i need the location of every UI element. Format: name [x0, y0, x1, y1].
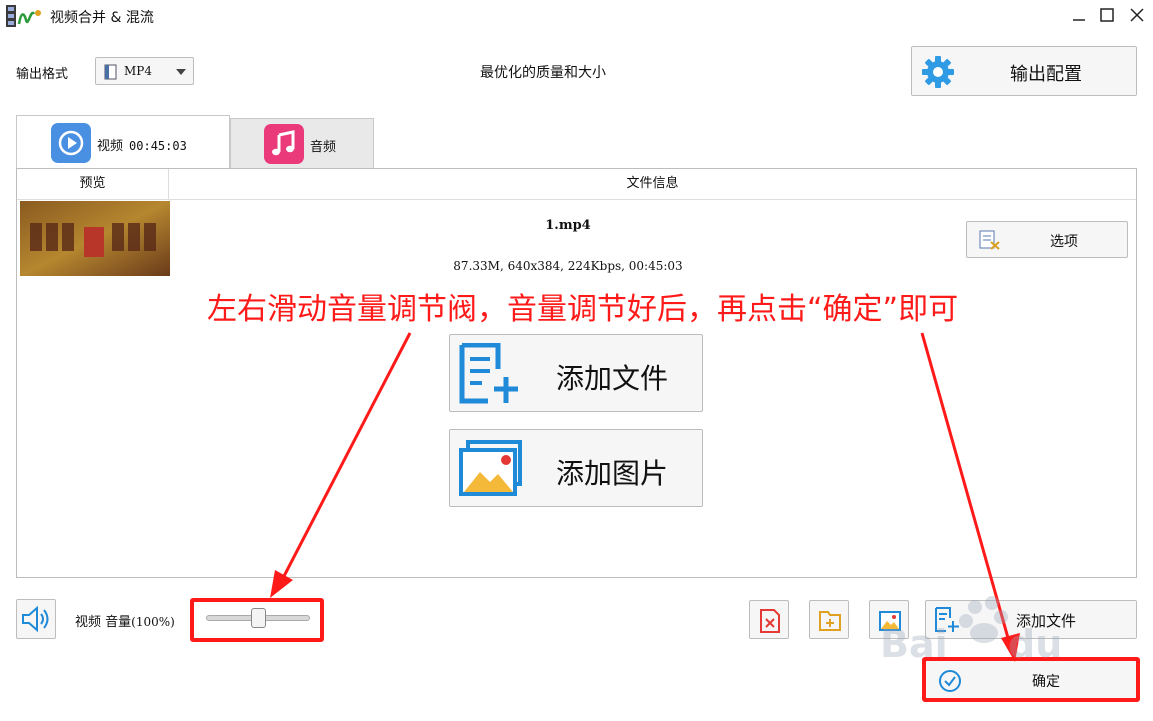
options-button[interactable]: 选项 [966, 221, 1128, 258]
output-config-label: 输出配置 [1010, 64, 1082, 85]
add-file-icon [459, 343, 518, 404]
file-meta: 87.33M, 640x384, 224Kbps, 00:45:03 [453, 259, 683, 273]
app-icon [6, 5, 41, 27]
add-file-label: 添加文件 [556, 362, 669, 395]
tab-audio[interactable]: 音频 [230, 118, 374, 168]
quality-text: 最优化的质量和大小 [480, 65, 606, 81]
chevron-down-icon [176, 69, 186, 75]
volume-percent: (100%) [131, 615, 175, 629]
output-format-select[interactable]: MP4 [95, 57, 194, 85]
output-format-value: MP4 [124, 64, 152, 78]
remove-file-button[interactable] [749, 600, 789, 639]
annotation-text: 左右滑动音量调节阀，音量调节好后，再点击“确定”即可 [207, 292, 959, 327]
add-image-label: 添加图片 [556, 457, 669, 490]
add-image-icon [459, 440, 522, 496]
minimize-icon[interactable] [1068, 4, 1090, 26]
column-header-file-info: 文件信息 [169, 169, 1136, 200]
play-icon [51, 123, 91, 163]
svg-text:Bai: Bai [880, 622, 948, 666]
music-note-icon [264, 124, 304, 164]
window-title: 视频合并 & 混流 [50, 10, 154, 26]
add-file-button[interactable]: 添加文件 [449, 334, 703, 412]
file-icon [104, 64, 117, 80]
output-format-label: 输出格式 [16, 67, 69, 82]
column-header-preview: 预览 [17, 169, 169, 200]
add-image-button[interactable]: 添加图片 [449, 429, 703, 507]
maximize-icon[interactable] [1096, 4, 1118, 26]
options-icon [979, 230, 1000, 250]
gear-icon [922, 56, 954, 88]
add-folder-button[interactable] [809, 600, 849, 639]
volume-label: 视频 音量 [75, 615, 132, 630]
volume-label-group: 视频 音量(100%) [75, 611, 175, 630]
remove-file-icon [760, 609, 780, 633]
speaker-icon [22, 605, 49, 633]
tab-video-label: 视频 [97, 139, 124, 154]
output-config-button[interactable]: 输出配置 [911, 46, 1137, 96]
tab-audio-label: 音频 [310, 140, 337, 155]
watermark-logo: Bai du [880, 596, 1062, 666]
options-label: 选项 [1050, 234, 1078, 250]
title-bar [0, 0, 1153, 32]
svg-text:du: du [1008, 622, 1062, 666]
speaker-button[interactable] [16, 599, 56, 639]
close-icon[interactable] [1126, 4, 1148, 26]
tab-video-duration: 00:45:03 [129, 139, 187, 153]
add-folder-icon [819, 611, 841, 631]
slider-highlight-box [190, 598, 324, 642]
tab-video[interactable]: 视频 00:45:03 [16, 115, 230, 169]
